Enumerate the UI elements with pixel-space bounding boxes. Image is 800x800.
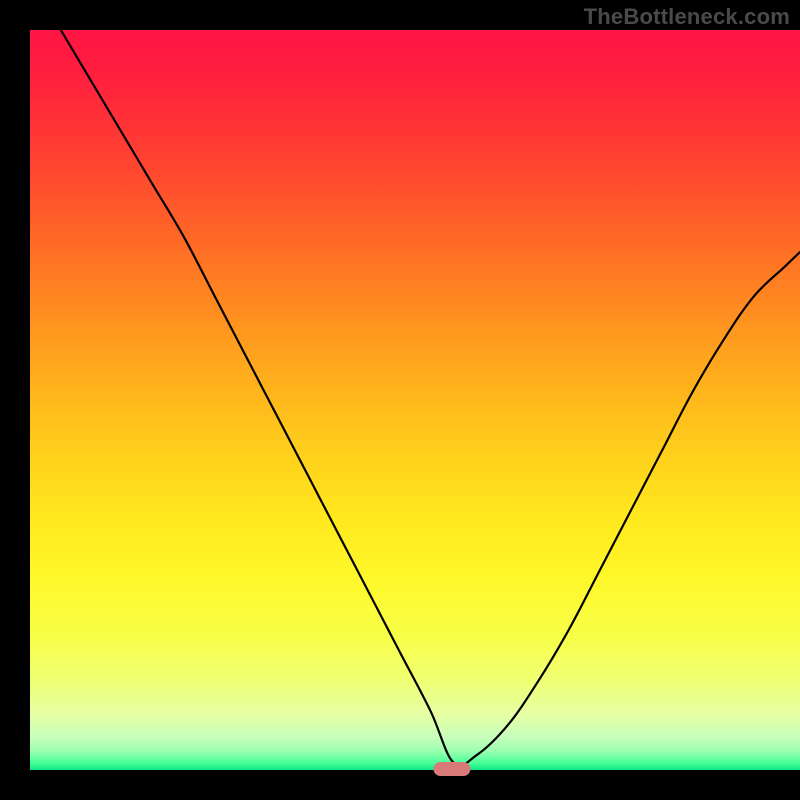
balance-marker [433, 762, 470, 776]
watermark-text: TheBottleneck.com [584, 4, 790, 30]
bottleneck-chart [0, 0, 800, 800]
chart-frame: TheBottleneck.com [0, 0, 800, 800]
plot-background [30, 30, 800, 770]
